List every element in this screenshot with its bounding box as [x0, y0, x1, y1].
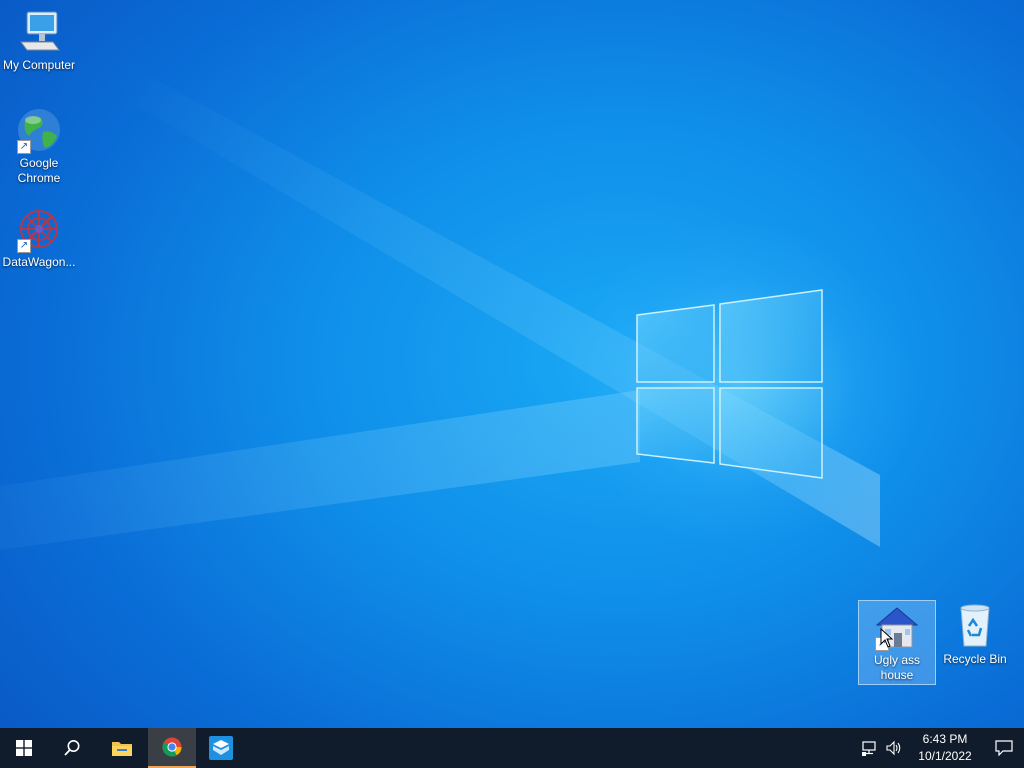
network-icon[interactable]	[862, 740, 878, 756]
chrome-taskbar-button[interactable]	[148, 728, 196, 768]
desktop-icon-label: Recycle Bin	[943, 652, 1007, 666]
sandbox-app-icon	[209, 736, 233, 760]
search-button[interactable]	[48, 728, 96, 768]
taskbar: 6:43 PM 10/1/2022	[0, 728, 1024, 768]
desktop-icon-google-chrome[interactable]: ↗ Google Chrome	[1, 106, 77, 186]
app-taskbar-button[interactable]	[197, 728, 245, 768]
mouse-cursor-icon	[880, 628, 894, 648]
desktop-icon-ugly-ass-house[interactable]: ↗ Ugly ass house	[858, 600, 936, 685]
desktop-icon-label: Google Chrome	[17, 156, 61, 185]
shortcut-arrow-icon: ↗	[17, 140, 31, 154]
desktop-icon-my-computer[interactable]: My Computer	[1, 8, 77, 73]
windows-start-icon	[16, 740, 32, 756]
chrome-icon	[162, 737, 182, 757]
search-icon	[64, 740, 80, 756]
wallpaper-light-beam	[0, 390, 640, 550]
desktop-icon-datawagon[interactable]: ↗ DataWagon...	[1, 205, 77, 270]
globe-icon: ↗	[15, 106, 63, 154]
desktop-icon-label: Ugly ass house	[873, 653, 920, 682]
volume-icon[interactable]	[886, 740, 902, 756]
system-clock[interactable]: 6:43 PM 10/1/2022	[910, 731, 980, 765]
shortcut-arrow-icon: ↗	[17, 239, 31, 253]
windows-logo-wallpaper	[636, 289, 823, 479]
clock-time: 6:43 PM	[922, 732, 968, 746]
computer-icon	[15, 8, 63, 56]
datawagon-icon: ↗	[15, 205, 63, 253]
start-button[interactable]	[0, 728, 48, 768]
folder-icon	[112, 742, 132, 756]
desktop[interactable]: My Computer ↗ Google Chrome ↗ DataWagon.…	[0, 0, 1024, 728]
action-center-button[interactable]	[984, 728, 1024, 768]
desktop-icon-label: DataWagon...	[2, 255, 76, 269]
desktop-icon-recycle-bin[interactable]: Recycle Bin	[937, 602, 1013, 667]
file-explorer-button[interactable]	[98, 728, 146, 768]
notification-icon	[995, 740, 1013, 756]
recycle-bin-icon	[951, 602, 999, 650]
clock-date: 10/1/2022	[918, 749, 972, 763]
desktop-icon-label: My Computer	[2, 58, 76, 72]
